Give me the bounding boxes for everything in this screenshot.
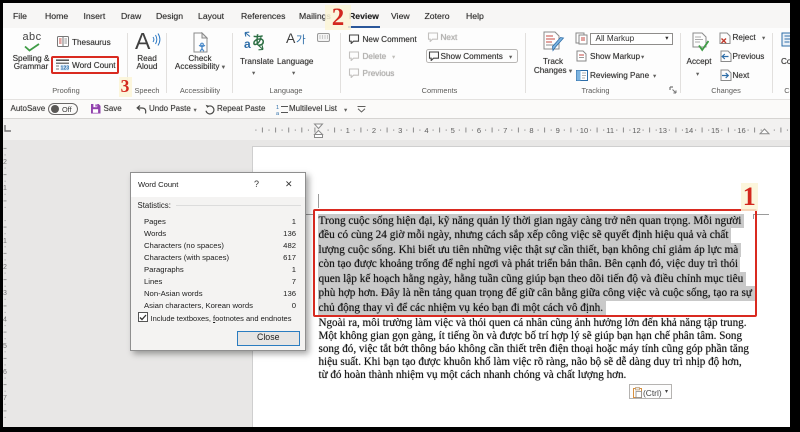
svg-text:2: 2 bbox=[3, 264, 7, 271]
svg-text:4: 4 bbox=[3, 317, 7, 324]
svg-text:3: 3 bbox=[3, 290, 7, 297]
svg-text:7: 7 bbox=[503, 126, 507, 135]
svg-text:1: 1 bbox=[3, 238, 7, 245]
svg-text:11: 11 bbox=[606, 126, 614, 135]
svg-text:10: 10 bbox=[580, 126, 588, 135]
svg-text:1: 1 bbox=[346, 126, 350, 135]
svg-text:9: 9 bbox=[556, 126, 560, 135]
svg-text:14: 14 bbox=[685, 126, 693, 135]
svg-text:8: 8 bbox=[529, 126, 533, 135]
svg-text:6: 6 bbox=[3, 369, 7, 376]
svg-text:3: 3 bbox=[398, 126, 402, 135]
svg-text:16: 16 bbox=[737, 126, 745, 135]
svg-text:13: 13 bbox=[659, 126, 667, 135]
svg-text:1: 1 bbox=[3, 185, 7, 192]
svg-text:7: 7 bbox=[3, 395, 7, 402]
svg-text:4: 4 bbox=[424, 126, 428, 135]
svg-text:2: 2 bbox=[372, 126, 376, 135]
svg-text:a: a bbox=[276, 111, 280, 116]
svg-text:2: 2 bbox=[3, 159, 7, 166]
svg-text:5: 5 bbox=[451, 126, 455, 135]
svg-text:12: 12 bbox=[632, 126, 640, 135]
svg-text:6: 6 bbox=[477, 126, 481, 135]
svg-text:5: 5 bbox=[3, 343, 7, 350]
svg-text:15: 15 bbox=[711, 126, 719, 135]
